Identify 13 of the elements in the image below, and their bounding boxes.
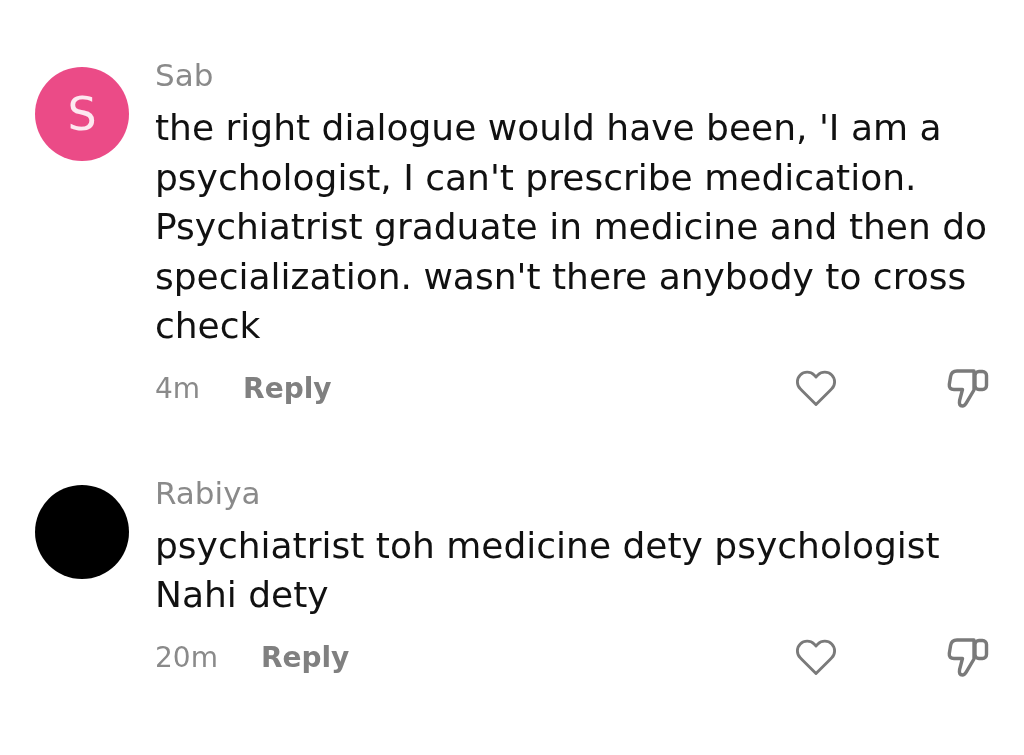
username: Rabiya xyxy=(155,474,261,511)
heart-icon[interactable] xyxy=(795,639,837,676)
thumbs-down-icon[interactable] xyxy=(947,637,989,678)
timestamp: 4m xyxy=(155,371,201,406)
thumbs-down-icon[interactable] xyxy=(947,368,989,409)
comment-text: the right dialogue would have been, 'I am a psychologist, I can't prescribe medication. Psychiatrist graduate in medicine and then do specialization. wasn't there anybody to cross check xyxy=(155,106,989,348)
reply-button[interactable]: Reply xyxy=(243,371,332,406)
avatar: S xyxy=(35,67,129,161)
comment-text: psychiatrist toh medicine dety psychologist Nahi dety xyxy=(155,523,941,617)
timestamp: 20m xyxy=(155,640,218,675)
heart-icon[interactable] xyxy=(795,370,837,407)
username: Sab xyxy=(155,57,214,93)
reply-button[interactable]: Reply xyxy=(260,640,350,675)
